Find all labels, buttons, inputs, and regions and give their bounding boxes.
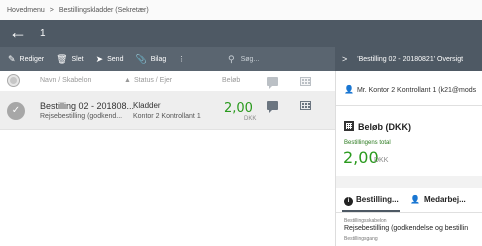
tab-order[interactable]: i Bestilling... xyxy=(344,195,399,206)
attachment-button[interactable]: 📎 Bilag xyxy=(135,54,166,65)
total-label: Bestillingens total xyxy=(344,140,391,146)
section-spacer xyxy=(336,176,482,188)
pencil-icon: ✎ xyxy=(8,53,16,64)
trash-icon: 🗑 xyxy=(56,53,68,64)
delete-button[interactable]: 🗑 Slet xyxy=(56,54,84,65)
row-amount: 2,00 xyxy=(224,101,253,116)
field-label-flow: Bestillingsgang xyxy=(344,236,378,242)
amount-heading: Beløb (DKK) xyxy=(344,121,411,132)
detail-panel: 👤 Mr. Kontor 2 Kontrollant 1 (k21@mods Be… xyxy=(335,71,482,246)
breadcrumb-current: Bestillingskladder (Sekretær) xyxy=(58,7,149,14)
detail-title: 'Bestilling 02 - 20180821' Oversigt xyxy=(357,55,464,63)
send-label: Send xyxy=(107,55,124,63)
row-selected-checkbox[interactable]: ✓ xyxy=(7,102,25,120)
search-icon: ⚲ xyxy=(228,53,235,64)
detail-user: 👤 Mr. Kontor 2 Kontrollant 1 (k21@mods xyxy=(344,85,476,94)
amount-heading-label: Beløb (DKK) xyxy=(358,122,411,132)
user-name: Mr. Kontor 2 Kontrollant 1 (k21@mods xyxy=(356,87,477,94)
comments-column-icon xyxy=(267,77,278,89)
divider xyxy=(336,105,482,106)
table-column-icon xyxy=(300,77,311,86)
list-header: Navn / Skabelon ▲ Status / Ejer Beløb xyxy=(0,71,335,91)
search-placeholder: Søg... xyxy=(240,55,260,63)
chevron-right-icon[interactable]: > xyxy=(342,54,347,64)
comment-icon[interactable] xyxy=(267,101,278,113)
more-menu-button[interactable]: ⋮ xyxy=(178,55,185,63)
breadcrumb-separator: > xyxy=(49,7,54,14)
user-icon: 👤 xyxy=(410,195,420,204)
column-amount[interactable]: Beløb xyxy=(222,77,240,84)
row-owner: Kontor 2 Kontrollant 1 xyxy=(133,113,201,120)
row-template: Rejsebestilling (godkend... xyxy=(40,113,123,120)
row-name: Bestilling 02 - 201808... xyxy=(40,101,135,111)
tab-employee[interactable]: 👤 Medarbej... xyxy=(410,195,466,204)
field-value-template: Rejsebestilling (godkendelse og bestilli… xyxy=(344,225,469,232)
column-status[interactable]: Status / Ejer xyxy=(134,77,172,84)
sort-asc-icon[interactable]: ▲ xyxy=(124,77,131,84)
total-currency: DKK xyxy=(374,157,389,164)
select-all-checkbox[interactable] xyxy=(7,74,20,87)
user-icon: 👤 xyxy=(344,85,354,94)
send-button[interactable]: ➤ Send xyxy=(96,54,124,65)
breadcrumb-home[interactable]: Hovedmenu xyxy=(7,7,45,14)
top-bar: ← 1 xyxy=(0,20,482,47)
info-icon: i xyxy=(344,197,353,206)
send-icon: ➤ xyxy=(95,53,104,64)
row-currency: DKK xyxy=(244,116,257,122)
search-input[interactable]: ⚲ Søg... xyxy=(228,47,335,71)
table-icon[interactable] xyxy=(300,101,311,110)
detail-tabs: i Bestilling... 👤 Medarbej... xyxy=(336,188,482,212)
paperclip-icon: 📎 xyxy=(135,53,147,64)
toolbar: ✎ Rediger 🗑 Slet ➤ Send 📎 Bilag ⋮ ⚲ Søg.… xyxy=(0,47,335,71)
column-name[interactable]: Navn / Skabelon xyxy=(40,77,91,84)
back-arrow-icon[interactable]: ← xyxy=(9,22,27,42)
tab-employee-label: Medarbej... xyxy=(423,195,466,204)
field-label-template: Bestillingsskabelon xyxy=(344,218,387,224)
attachment-label: Bilag xyxy=(150,55,167,63)
edit-button[interactable]: ✎ Rediger xyxy=(8,54,44,65)
table-row[interactable]: ✓ Bestilling 02 - 201808... Rejsebestill… xyxy=(0,91,335,130)
row-status: Kladder xyxy=(133,101,161,110)
calculator-icon xyxy=(344,121,354,131)
item-count: 1 xyxy=(40,28,46,39)
edit-label: Rediger xyxy=(19,55,45,63)
detail-header: > 'Bestilling 02 - 20180821' Oversigt xyxy=(335,47,482,71)
divider xyxy=(336,212,482,213)
delete-label: Slet xyxy=(71,55,84,63)
tab-order-label: Bestilling... xyxy=(356,195,399,204)
breadcrumb: Hovedmenu > Bestillingskladder (Sekretær) xyxy=(0,0,482,20)
